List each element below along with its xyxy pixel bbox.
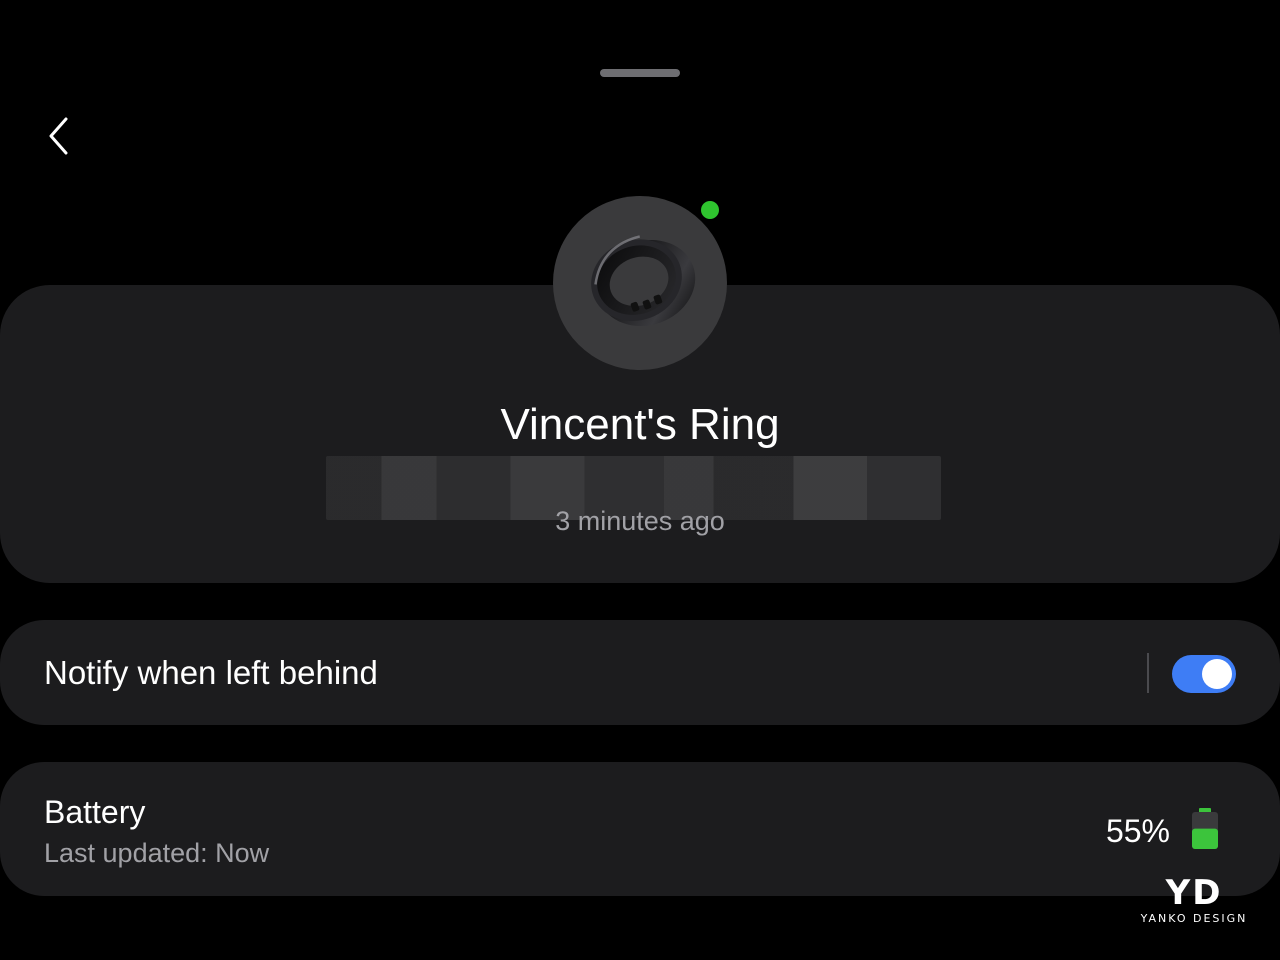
battery-title: Battery [44,794,146,830]
watermark-text: YANKO DESIGN [1140,912,1248,925]
device-name: Vincent's Ring [500,400,780,449]
connection-status-dot [701,201,719,219]
notify-left-behind-label: Notify when left behind [44,654,378,691]
row-divider [1147,653,1149,693]
sheet-drag-handle[interactable] [600,69,680,77]
battery-percent: 55% [1105,813,1170,849]
battery-last-updated: Last updated: Now [44,838,270,868]
ring-icon [575,221,705,346]
yd-logo: YD [1165,873,1223,913]
chevron-left-icon [46,116,70,161]
last-seen-time: 3 minutes ago [555,506,725,536]
toggle-knob [1202,659,1232,689]
back-button[interactable] [36,112,80,164]
yanko-design-watermark: YD YANKO DESIGN [1136,876,1252,925]
device-avatar [553,196,727,370]
notify-left-behind-toggle[interactable] [1172,655,1236,693]
battery-icon [1190,808,1220,850]
